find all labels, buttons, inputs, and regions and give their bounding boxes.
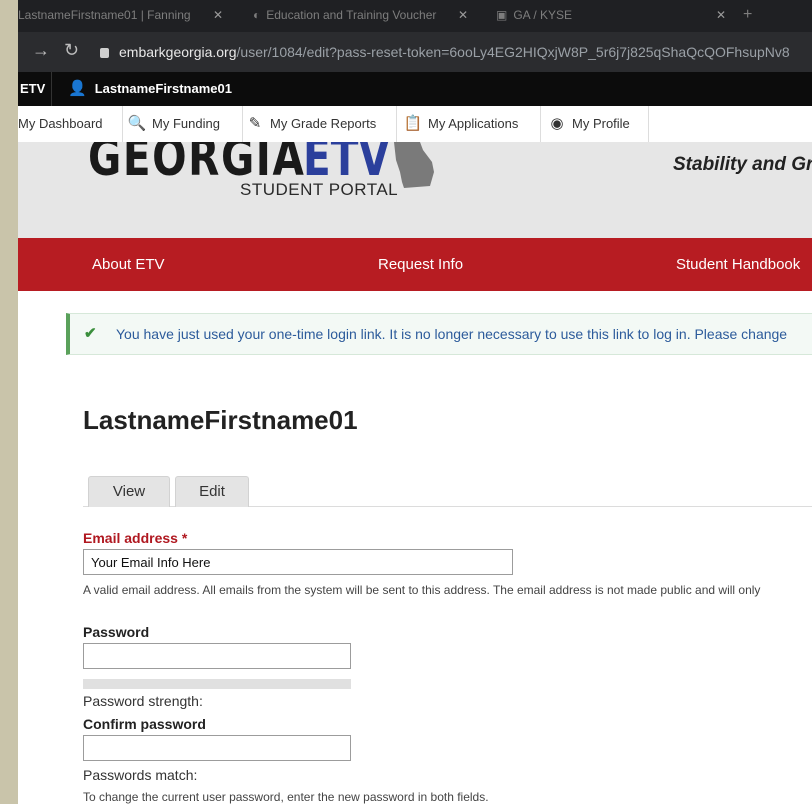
url-host: embarkgeorgia.org xyxy=(119,44,237,60)
toolbar-label: My Grade Reports xyxy=(270,116,377,131)
site-tagline: Stability and Gr xyxy=(673,154,812,175)
tab-title: GA / KYSE xyxy=(513,8,573,22)
toolbar-item-my-profile[interactable]: ◉ My Profile xyxy=(546,106,649,142)
toolbar-item-my-funding[interactable]: 🔍 My Funding xyxy=(126,106,243,142)
toolbar-label: My Dashboard xyxy=(18,116,103,131)
reload-icon[interactable]: ↻ xyxy=(64,40,79,61)
password-help-text: To change the current user password, ent… xyxy=(83,790,489,804)
nav-item-student-handbook[interactable]: Student Handbook xyxy=(676,238,800,291)
pencil-icon: ✎ xyxy=(248,115,262,132)
logo-subtitle: STUDENT PORTAL xyxy=(240,180,399,199)
user-account-link[interactable]: 👤 LastnameFirstname01 xyxy=(68,72,232,106)
clipboard-icon: 📋 xyxy=(403,115,423,132)
user-toolbar: My Dashboard 🔍 My Funding ✎ My Grade Repor… xyxy=(18,106,812,143)
admin-toolbar: ETV 👤 LastnameFirstname01 xyxy=(18,72,812,106)
site-favicon-icon: ◐ xyxy=(253,8,261,22)
local-tabs: View Edit xyxy=(83,476,812,507)
tab-title: LastnameFirstname01 | Fanning xyxy=(18,8,191,22)
tab-view[interactable]: View xyxy=(88,476,170,507)
nav-item-about-etv[interactable]: About ETV xyxy=(92,238,165,291)
page-title: LastnameFirstname01 xyxy=(83,405,358,435)
close-icon[interactable]: ✕ xyxy=(716,0,726,30)
main-nav: About ETV Request Info Student Handbook xyxy=(18,238,812,291)
browser-tab[interactable]: ▣ GA / KYSE ✕ xyxy=(496,0,726,30)
browser-tab[interactable]: ◐ Education and Training Voucher ✕ xyxy=(253,0,468,30)
email-help-text: A valid email address. All emails from t… xyxy=(83,583,761,597)
required-marker: * xyxy=(181,530,188,546)
checkmark-icon: ✔ xyxy=(84,325,97,342)
toolbar-item-my-dashboard[interactable]: My Dashboard xyxy=(18,106,123,142)
forward-arrow-icon[interactable]: → xyxy=(32,40,50,61)
toolbar-label: My Profile xyxy=(572,116,630,131)
password-field[interactable] xyxy=(83,643,351,669)
password-strength-meter xyxy=(83,679,351,689)
email-field[interactable]: Your Email Info Here xyxy=(83,549,513,575)
status-message-text: You have just used your one-time login l… xyxy=(116,326,788,342)
password-strength-label: Password strength: xyxy=(83,693,203,709)
screenshot-frame: LastnameFirstname01 | Fanning ✕ ◐ Educati… xyxy=(0,0,812,804)
toolbar-item-my-grade-reports[interactable]: ✎ My Grade Reports xyxy=(244,106,397,142)
confirm-password-label: Confirm password xyxy=(83,716,206,732)
url-path: /user/1084/edit?pass-reset-token=6ooLy4E… xyxy=(236,44,790,60)
browser-window: LastnameFirstname01 | Fanning ✕ ◐ Educati… xyxy=(18,0,812,804)
status-message: ✔ You have just used your one-time login… xyxy=(66,313,812,355)
funding-icon: 🔍 xyxy=(127,115,147,132)
browser-tab[interactable]: LastnameFirstname01 | Fanning ✕ xyxy=(18,0,223,30)
password-label: Password xyxy=(83,624,150,640)
profile-icon: ◉ xyxy=(550,115,564,132)
tab-title: Education and Training Voucher xyxy=(266,8,437,22)
passwords-match-label: Passwords match: xyxy=(83,767,198,783)
confirm-password-field[interactable] xyxy=(83,735,351,761)
lock-icon xyxy=(100,48,109,58)
toolbar-item-my-applications[interactable]: 📋 My Applications xyxy=(402,106,541,142)
close-icon[interactable]: ✕ xyxy=(458,0,468,30)
new-tab-button[interactable]: + xyxy=(743,0,763,30)
toolbar-label: My Applications xyxy=(428,116,519,131)
site-home-link[interactable]: ETV xyxy=(18,72,53,106)
username-label: LastnameFirstname01 xyxy=(94,81,232,96)
browser-tab-strip: LastnameFirstname01 | Fanning ✕ ◐ Educati… xyxy=(18,0,812,32)
toolbar-label: My Funding xyxy=(152,116,220,131)
email-label: Email address * xyxy=(83,530,187,546)
nav-item-request-info[interactable]: Request Info xyxy=(378,238,463,291)
address-bar: → ↻ embarkgeorgia.org/user/1084/edit?pas… xyxy=(18,32,812,72)
close-icon[interactable]: ✕ xyxy=(213,0,223,30)
site-favicon-icon: ▣ xyxy=(496,8,508,22)
monitor-bezel xyxy=(0,0,18,804)
tab-edit[interactable]: Edit xyxy=(175,476,249,507)
url-field[interactable]: embarkgeorgia.org/user/1084/edit?pass-re… xyxy=(100,41,790,63)
site-header: GEORGIA ETV STUDENT PORTAL Stability and… xyxy=(18,142,812,238)
person-icon: 👤 xyxy=(68,80,87,97)
email-label-text: Email address xyxy=(83,530,178,546)
